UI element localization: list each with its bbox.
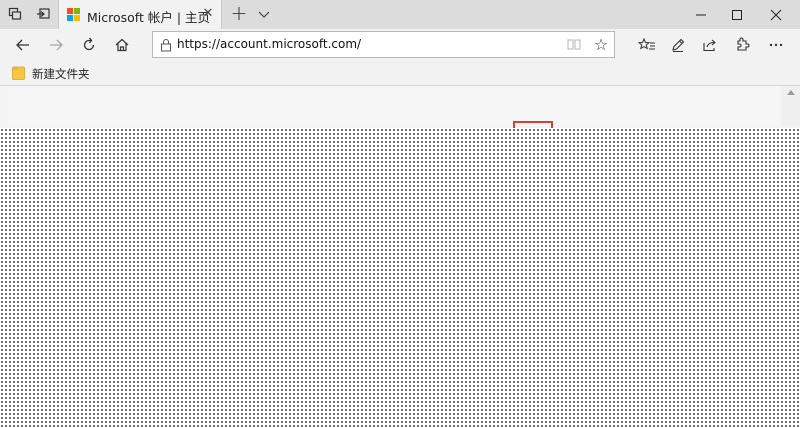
address-bar[interactable]: https://account.microsoft.com/ ☆ xyxy=(152,31,615,58)
browser-window: Microsoft 帐户 | 主页 ✕ + https://account.mi… xyxy=(0,0,800,428)
tab-bar: Microsoft 帐户 | 主页 ✕ + xyxy=(0,0,800,29)
favorites-folder-label[interactable]: 新建文件夹 xyxy=(32,66,90,82)
lock-icon xyxy=(160,38,172,52)
vertical-scrollbar[interactable] xyxy=(782,86,800,126)
url-text: https://account.microsoft.com/ xyxy=(177,37,362,51)
page-content xyxy=(0,86,800,428)
scroll-up-arrow-icon[interactable] xyxy=(787,90,795,95)
navigation-bar: https://account.microsoft.com/ ☆ xyxy=(0,29,800,60)
chevron-down-icon[interactable] xyxy=(254,4,274,24)
logo-square-blue xyxy=(67,15,73,21)
folder-icon[interactable] xyxy=(12,66,25,80)
refresh-button[interactable] xyxy=(76,33,102,57)
more-options-button[interactable] xyxy=(763,33,789,57)
add-notes-pen-button[interactable] xyxy=(665,33,691,57)
reading-view-icon[interactable] xyxy=(567,38,581,51)
minimize-button[interactable] xyxy=(683,0,719,29)
maximize-button[interactable] xyxy=(719,0,755,29)
add-to-favorites-star-icon[interactable]: ☆ xyxy=(591,35,611,55)
logo-square-red xyxy=(67,8,73,14)
favorites-bar: 新建文件夹 xyxy=(0,60,800,86)
favorites-hub-button[interactable] xyxy=(634,33,660,57)
tab-active[interactable]: Microsoft 帐户 | 主页 ✕ xyxy=(58,0,222,29)
page-top-strip xyxy=(8,87,780,127)
logo-square-yellow xyxy=(74,15,80,21)
share-button[interactable] xyxy=(697,33,723,57)
tab-title: Microsoft 帐户 | 主页 xyxy=(87,10,211,25)
close-window-button[interactable] xyxy=(758,0,794,29)
close-tab-icon[interactable]: ✕ xyxy=(201,7,215,21)
microsoft-logo-icon xyxy=(67,8,80,21)
logo-square-green xyxy=(74,8,80,14)
tabs-set-aside-icon[interactable] xyxy=(4,4,26,24)
new-tab-button[interactable]: + xyxy=(228,3,250,24)
forward-button[interactable] xyxy=(43,33,69,57)
show-set-aside-tabs-icon[interactable] xyxy=(32,4,54,24)
back-button[interactable] xyxy=(10,33,36,57)
home-button[interactable] xyxy=(109,33,135,57)
extensions-button[interactable] xyxy=(729,33,755,57)
dimmed-overlay xyxy=(0,128,800,428)
